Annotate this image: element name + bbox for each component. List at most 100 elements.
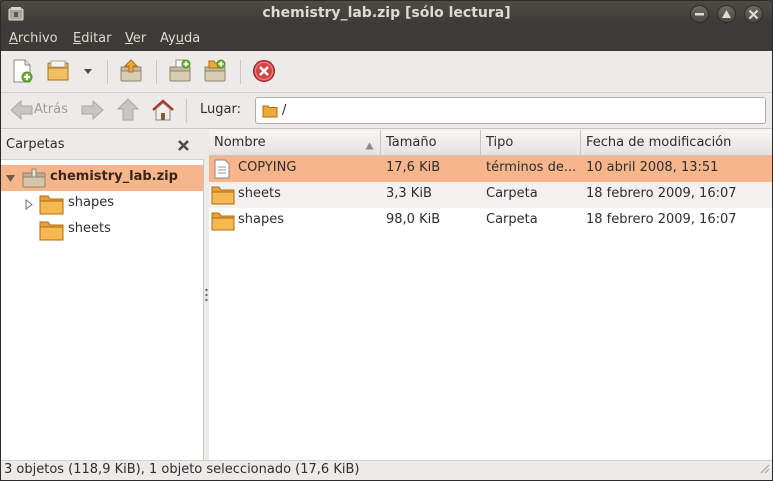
- sidebar-header: Carpetas: [1, 130, 204, 160]
- stop-icon: [251, 58, 279, 84]
- new-archive-button[interactable]: [9, 58, 37, 86]
- menu-bar: Archivo Editar Ver Ayuda: [1, 27, 772, 51]
- tree-item-chemistry-lab-zip[interactable]: chemistry_lab.zip: [1, 165, 203, 191]
- status-bar: 3 objetos (118,9 KiB), 1 objeto seleccio…: [1, 460, 772, 480]
- location-field[interactable]: /: [255, 97, 766, 124]
- toolbar-separator: [107, 60, 108, 84]
- table-row[interactable]: sheets 3,3 KiB Carpeta 18 febrero 2009, …: [209, 182, 772, 208]
- extract-button[interactable]: [118, 58, 146, 86]
- menu-editar[interactable]: Editar: [73, 31, 112, 46]
- folder-icon: [39, 193, 64, 219]
- splitter-grip-icon[interactable]: [205, 288, 208, 302]
- column-header-label: Tamaño: [386, 135, 437, 150]
- back-button-label[interactable]: Atrás: [34, 102, 68, 117]
- add-folder-button[interactable]: [202, 58, 230, 86]
- menu-editar-rest: ditar: [81, 31, 112, 46]
- menu-ayuda-pre: Ay: [160, 31, 176, 46]
- menu-ver-mnemonic: V: [125, 31, 133, 46]
- location-bar: Atrás Lugar: /: [1, 93, 772, 129]
- expander-expanded-icon[interactable]: [5, 173, 16, 188]
- menu-ayuda[interactable]: Ayuda: [160, 31, 200, 46]
- toolbar-separator: [186, 99, 187, 123]
- back-arrow-icon: [9, 97, 37, 123]
- up-button[interactable]: [115, 97, 143, 125]
- menu-archivo-rest: rchivo: [17, 31, 58, 46]
- file-type: Carpeta: [486, 186, 538, 201]
- column-header-label: Tipo: [486, 135, 514, 150]
- close-window-button[interactable]: [744, 5, 763, 23]
- tree-item-sheets[interactable]: sheets: [1, 217, 203, 243]
- sidebar-title: Carpetas: [6, 137, 65, 152]
- sort-ascending-icon: [365, 139, 374, 154]
- column-header-name[interactable]: Nombre: [209, 130, 381, 156]
- open-archive-button[interactable]: [45, 58, 73, 86]
- toolbar-separator: [156, 60, 157, 84]
- text-file-icon: [213, 159, 231, 183]
- tree-item-label: sheets: [68, 221, 111, 236]
- toolbar-separator: [240, 60, 241, 84]
- extract-icon: [118, 58, 146, 84]
- folder-icon: [262, 104, 278, 122]
- menu-ver[interactable]: Ver: [125, 31, 146, 46]
- add-files-icon: [167, 58, 195, 84]
- menu-archivo-mnemonic: A: [9, 31, 18, 46]
- back-button[interactable]: [9, 97, 37, 125]
- file-date: 10 abril 2008, 13:51: [586, 160, 719, 175]
- maximize-button[interactable]: [717, 5, 736, 23]
- forward-button[interactable]: [79, 97, 107, 125]
- tree-item-shapes[interactable]: shapes: [1, 191, 203, 217]
- column-header-size[interactable]: Tamaño: [381, 130, 481, 156]
- file-name: shapes: [238, 212, 285, 227]
- close-sidebar-icon[interactable]: [177, 139, 190, 156]
- column-header-date[interactable]: Fecha de modificación: [581, 130, 772, 156]
- main-toolbar: [1, 51, 772, 93]
- archive-icon: [22, 168, 46, 192]
- file-list: Nombre Tamaño Tipo Fecha de modificación…: [209, 130, 772, 460]
- column-header-label: Nombre: [214, 135, 266, 150]
- stop-button[interactable]: [251, 58, 279, 86]
- archive-manager-window: chemistry_lab.zip [sólo lectura] Archivo…: [0, 0, 773, 481]
- file-type: términos de...: [486, 160, 577, 175]
- new-archive-icon: [9, 58, 37, 84]
- location-label: Lugar:: [200, 102, 241, 117]
- open-recent-dropdown[interactable]: [81, 58, 97, 86]
- tree-item-label: chemistry_lab.zip: [50, 169, 178, 184]
- menu-ayuda-rest: da: [183, 31, 201, 46]
- folder-icon: [211, 185, 235, 209]
- file-type: Carpeta: [486, 212, 538, 227]
- expander-collapsed-icon[interactable]: [24, 199, 34, 214]
- minimize-button[interactable]: [690, 5, 709, 23]
- add-files-button[interactable]: [167, 58, 195, 86]
- menu-ayuda-mnemonic: u: [175, 31, 184, 46]
- resize-grip-icon[interactable]: [758, 462, 770, 478]
- dropdown-arrow-icon: [81, 58, 97, 84]
- window-title: chemistry_lab.zip [sólo lectura]: [262, 5, 511, 21]
- column-header-label: Fecha de modificación: [586, 135, 732, 150]
- file-size: 3,3 KiB: [386, 186, 432, 201]
- add-folder-icon: [202, 58, 230, 84]
- file-name: sheets: [238, 186, 281, 201]
- forward-arrow-icon: [79, 97, 107, 123]
- column-header-type[interactable]: Tipo: [481, 130, 581, 156]
- file-date: 18 febrero 2009, 16:07: [586, 212, 737, 227]
- file-size: 98,0 KiB: [386, 212, 441, 227]
- file-date: 18 febrero 2009, 16:07: [586, 186, 737, 201]
- folder-icon: [39, 219, 64, 245]
- home-button[interactable]: [150, 97, 178, 125]
- table-row[interactable]: COPYING 17,6 KiB términos de... 10 abril…: [209, 156, 772, 182]
- open-archive-icon: [45, 58, 73, 84]
- folder-icon: [211, 211, 235, 235]
- menu-archivo[interactable]: Archivo: [9, 31, 58, 46]
- folders-sidebar: Carpetas chemistry_lab.zip shapes sheets: [1, 130, 204, 460]
- file-name: COPYING: [238, 160, 297, 175]
- menu-ver-rest: er: [132, 31, 147, 46]
- menu-editar-mnemonic: E: [73, 31, 82, 46]
- file-size: 17,6 KiB: [386, 160, 441, 175]
- status-text: 3 objetos (118,9 KiB), 1 objeto seleccio…: [4, 462, 360, 477]
- home-icon: [150, 97, 178, 123]
- up-arrow-icon: [115, 97, 143, 123]
- location-path[interactable]: /: [282, 103, 286, 118]
- table-row[interactable]: shapes 98,0 KiB Carpeta 18 febrero 2009,…: [209, 208, 772, 234]
- title-bar[interactable]: chemistry_lab.zip [sólo lectura]: [1, 1, 772, 27]
- tree-item-label: shapes: [68, 195, 115, 210]
